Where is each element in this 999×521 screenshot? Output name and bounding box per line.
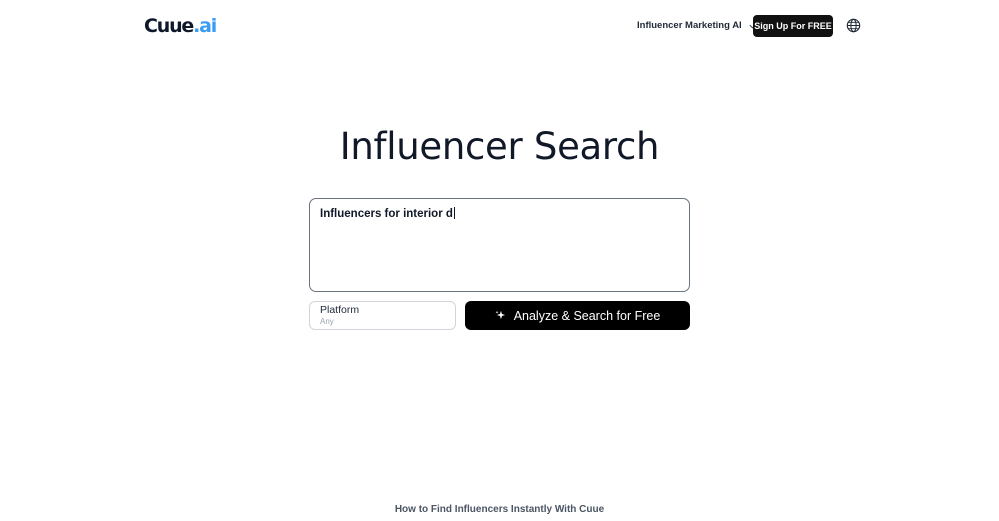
logo-main: Cuue [144,15,194,37]
text-caret [453,207,455,219]
logo-accent: .ai [193,15,217,37]
signup-button[interactable]: Sign Up For FREE [753,15,833,37]
platform-label: Platform [320,304,360,316]
search-query-text: Influencers for interior d [320,208,453,220]
how-to-section-heading: How to Find Influencers Instantly With C… [394,504,605,515]
globe-icon[interactable] [846,18,861,33]
search-textarea[interactable]: Influencers for interior d [309,198,690,292]
analyze-search-button[interactable]: Analyze & Search for Free [465,301,690,330]
nav-influencer-marketing-ai[interactable]: Influencer Marketing AI [637,19,757,33]
analyze-search-label: Analyze & Search for Free [513,308,661,323]
sparkle-icon [495,310,505,320]
logo[interactable]: Cuue .ai [144,14,217,38]
platform-select[interactable]: Platform Any [309,301,456,330]
platform-value: Any [320,317,334,326]
site-header: Cuue .ai Influencer Marketing AI Sign Up … [0,0,999,52]
page-title: Influencer Search [339,125,660,168]
nav-label: Influencer Marketing AI [637,20,742,31]
page: Cuue .ai Influencer Marketing AI Sign Up … [0,0,999,521]
